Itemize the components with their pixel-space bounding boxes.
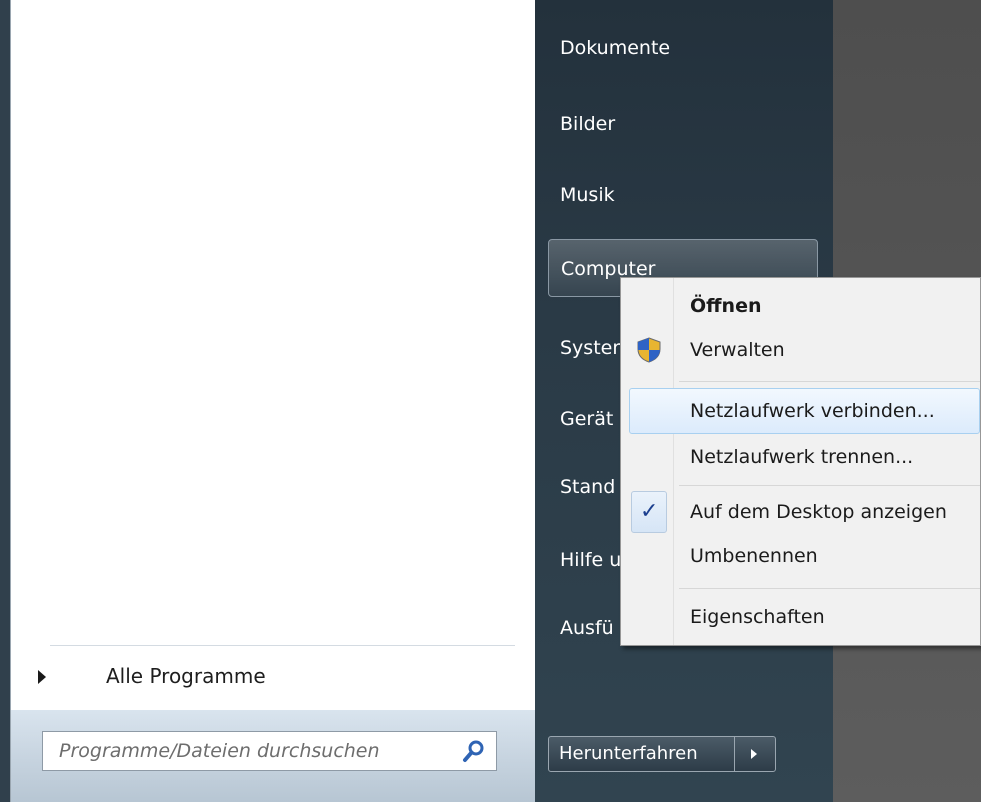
right-item-dokumente[interactable]: Dokumente: [548, 19, 818, 77]
right-item-musik[interactable]: Musik: [548, 166, 818, 224]
magnifier-icon[interactable]: [462, 739, 486, 763]
context-menu: Öffnen Verwalten Netzlaufwerk verbinden.…: [620, 277, 981, 646]
menu-item-oeffnen[interactable]: Öffnen: [621, 282, 980, 332]
menu-item-umbenennen[interactable]: Umbenennen: [621, 532, 980, 582]
right-item-bilder[interactable]: Bilder: [548, 95, 818, 153]
menu-item-label: Auf dem Desktop anzeigen: [690, 501, 947, 523]
triangle-right-icon: [38, 670, 46, 684]
menu-item-desktop-anzeigen[interactable]: ✓ Auf dem Desktop anzeigen: [621, 488, 980, 538]
uac-shield-icon: [637, 337, 661, 363]
right-item-hilfe[interactable]: Hilfe u: [548, 531, 620, 589]
all-programs-label: Alle Programme: [106, 664, 266, 688]
programs-list: [10, 0, 537, 710]
menu-item-label: Netzlaufwerk trennen...: [690, 446, 914, 468]
programs-separator: [50, 645, 515, 646]
menu-item-eigenschaften[interactable]: Eigenschaften: [621, 593, 980, 643]
menu-separator: [679, 381, 980, 382]
menu-item-label: Eigenschaften: [690, 606, 825, 628]
right-item-standardprogramme[interactable]: Stand: [548, 458, 620, 516]
menu-item-label: Verwalten: [690, 339, 785, 361]
shutdown-options-button[interactable]: [735, 737, 775, 771]
menu-item-label: Netzlaufwerk verbinden...: [690, 400, 935, 422]
menu-item-verwalten[interactable]: Verwalten: [621, 326, 980, 376]
right-item-systemsteuerung[interactable]: Syster: [548, 319, 620, 377]
shutdown-button[interactable]: Herunterfahren: [549, 737, 735, 771]
checkmark-box: ✓: [631, 491, 667, 533]
menu-item-netzlaufwerk-verbinden[interactable]: Netzlaufwerk verbinden...: [621, 387, 980, 437]
menu-item-label: Öffnen: [690, 295, 762, 317]
menu-item-netzlaufwerk-trennen[interactable]: Netzlaufwerk trennen...: [621, 433, 980, 483]
menu-item-label: Umbenennen: [690, 545, 818, 567]
checkmark-icon: ✓: [640, 499, 659, 524]
search-input[interactable]: [43, 732, 443, 770]
menu-separator: [679, 588, 980, 589]
search-box[interactable]: [42, 731, 497, 771]
right-item-ausfuehren[interactable]: Ausfü: [548, 599, 620, 657]
right-item-geraete[interactable]: Gerät: [548, 390, 620, 448]
triangle-right-icon: [751, 749, 757, 759]
menu-separator: [679, 485, 980, 486]
all-programs-item[interactable]: Alle Programme: [10, 652, 535, 702]
shutdown-control: Herunterfahren: [548, 736, 776, 772]
